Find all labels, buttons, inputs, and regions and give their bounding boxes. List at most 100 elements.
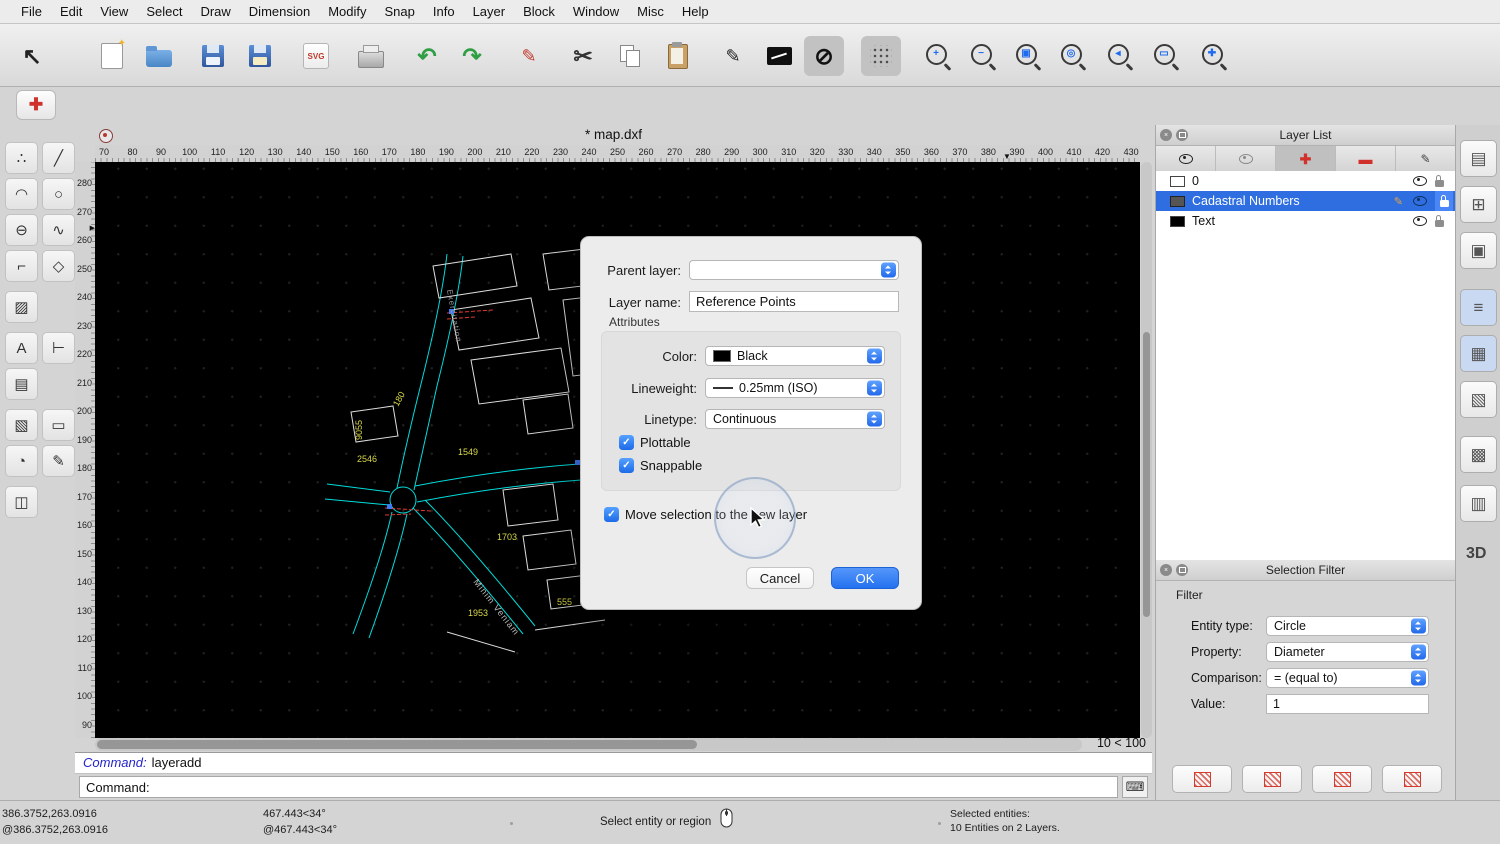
- menu-layer[interactable]: Layer: [464, 0, 515, 24]
- arc-tool-button[interactable]: ◠: [5, 178, 38, 210]
- edit-layer-button[interactable]: ✎: [1396, 146, 1455, 171]
- text-tool-button[interactable]: A: [5, 332, 38, 364]
- property-pen-button[interactable]: ✎: [713, 36, 753, 76]
- filter-clear-button[interactable]: [1382, 765, 1442, 793]
- hatch-tool-button[interactable]: ▧: [5, 409, 38, 441]
- move-selection-checkbox[interactable]: ✓: [604, 507, 619, 522]
- zoom-window-button[interactable]: ▭: [1146, 36, 1186, 76]
- menu-select[interactable]: Select: [137, 0, 191, 24]
- new-file-button[interactable]: [92, 36, 132, 76]
- zoom-selection-button[interactable]: ◎: [1053, 36, 1093, 76]
- scrollbar-thumb[interactable]: [1143, 332, 1150, 617]
- plottable-checkbox[interactable]: ✓: [619, 435, 634, 450]
- menu-window[interactable]: Window: [564, 0, 628, 24]
- selection-region-tool-button[interactable]: ▨: [5, 291, 38, 323]
- menu-dimension[interactable]: Dimension: [240, 0, 319, 24]
- cancel-button[interactable]: Cancel: [746, 567, 814, 589]
- horizontal-scrollbar[interactable]: [95, 738, 1082, 751]
- color-select[interactable]: Black: [705, 346, 885, 366]
- library-browser-panel-button[interactable]: ▩: [1460, 436, 1497, 473]
- filter-select-button[interactable]: [1172, 765, 1232, 793]
- ok-button[interactable]: OK: [831, 567, 899, 589]
- property-select[interactable]: Diameter: [1266, 642, 1429, 662]
- comparison-select[interactable]: = (equal to): [1266, 668, 1429, 688]
- tangent-tool-button[interactable]: ◔: [5, 445, 38, 477]
- menu-modify[interactable]: Modify: [319, 0, 375, 24]
- circle-tool-button[interactable]: ○: [42, 178, 75, 210]
- ellipse-tool-button[interactable]: ⊖: [5, 214, 38, 246]
- measure-tool-button[interactable]: ▭: [42, 409, 75, 441]
- parent-layer-select[interactable]: [689, 260, 899, 280]
- block-display-button[interactable]: [759, 36, 799, 76]
- layer-lock-toggle[interactable]: [1435, 191, 1453, 211]
- zoom-pan-button[interactable]: ✚: [1194, 36, 1234, 76]
- command-input[interactable]: Command:: [79, 776, 1118, 798]
- modify-tool-button[interactable]: ✎: [42, 445, 75, 477]
- layer-row[interactable]: 0: [1156, 171, 1455, 191]
- scrollbar-thumb[interactable]: [97, 740, 697, 749]
- cut-button[interactable]: ✂: [563, 36, 603, 76]
- block-tool-button[interactable]: ◫: [5, 486, 38, 518]
- polygon-tool-button[interactable]: ◇: [42, 250, 75, 282]
- polyline-tool-button[interactable]: ⌐: [5, 250, 38, 282]
- entity-type-select[interactable]: Circle: [1266, 616, 1429, 636]
- image-tool-button[interactable]: ▤: [5, 368, 38, 400]
- paste-button[interactable]: [658, 36, 698, 76]
- menu-misc[interactable]: Misc: [628, 0, 673, 24]
- selection-filter-panel-button[interactable]: ▦: [1460, 335, 1497, 372]
- lineweight-select[interactable]: 0.25mm (ISO): [705, 378, 885, 398]
- layer-visibility-toggle[interactable]: [1413, 176, 1427, 186]
- detach-panel-icon[interactable]: [1176, 564, 1188, 576]
- point-tool-button[interactable]: ∴: [5, 142, 38, 174]
- value-input[interactable]: 1: [1266, 694, 1429, 714]
- menu-info[interactable]: Info: [424, 0, 464, 24]
- export-svg-button[interactable]: SVG: [296, 36, 336, 76]
- menu-snap[interactable]: Snap: [376, 0, 424, 24]
- line-tool-button[interactable]: ╱: [42, 142, 75, 174]
- copy-button[interactable]: [610, 36, 650, 76]
- show-all-layers-button[interactable]: [1156, 146, 1216, 171]
- pointer-tool-button[interactable]: ↖: [12, 36, 52, 76]
- expand-tools-button[interactable]: ✚: [16, 90, 56, 120]
- menu-file[interactable]: File: [12, 0, 51, 24]
- draft-mode-button[interactable]: ⊘: [804, 36, 844, 76]
- vertical-scrollbar[interactable]: [1141, 162, 1152, 738]
- filter-remove-from-selection-button[interactable]: [1312, 765, 1372, 793]
- save-as-button[interactable]: [240, 36, 280, 76]
- save-file-button[interactable]: [193, 36, 233, 76]
- keyboard-toggle-button[interactable]: ⌨: [1122, 776, 1148, 798]
- detach-panel-icon[interactable]: [1176, 129, 1188, 141]
- redo-button[interactable]: ↷: [452, 36, 492, 76]
- layer-lock-toggle[interactable]: [1431, 215, 1447, 227]
- close-panel-icon[interactable]: ×: [1160, 129, 1172, 141]
- spline-tool-button[interactable]: ∿: [42, 214, 75, 246]
- command-line-panel-button[interactable]: ▧: [1460, 381, 1497, 418]
- menu-draw[interactable]: Draw: [191, 0, 239, 24]
- menu-edit[interactable]: Edit: [51, 0, 91, 24]
- undo-button[interactable]: ↶: [407, 36, 447, 76]
- draw-pencil-button[interactable]: ✎: [509, 36, 549, 76]
- add-layer-button[interactable]: ✚: [1276, 146, 1336, 171]
- zoom-previous-button[interactable]: ◂: [1100, 36, 1140, 76]
- layer-visibility-toggle[interactable]: [1413, 216, 1427, 226]
- view-list-panel-button[interactable]: ≡: [1460, 289, 1497, 326]
- property-editor-panel-button[interactable]: ▤: [1460, 140, 1497, 177]
- zoom-auto-button[interactable]: ▣: [1008, 36, 1048, 76]
- linetype-select[interactable]: Continuous: [705, 409, 885, 429]
- zoom-out-button[interactable]: −: [963, 36, 1003, 76]
- menu-view[interactable]: View: [91, 0, 137, 24]
- open-file-button[interactable]: [139, 36, 179, 76]
- dimension-tool-button[interactable]: ⊢: [42, 332, 75, 364]
- filter-add-to-selection-button[interactable]: [1242, 765, 1302, 793]
- layer-lock-toggle[interactable]: [1431, 175, 1447, 187]
- layer-row[interactable]: Text: [1156, 211, 1455, 231]
- menu-help[interactable]: Help: [673, 0, 718, 24]
- snappable-checkbox[interactable]: ✓: [619, 458, 634, 473]
- menu-block[interactable]: Block: [514, 0, 564, 24]
- layer-name-input[interactable]: Reference Points: [689, 291, 899, 312]
- layer-row[interactable]: Cadastral Numbers ✎: [1156, 191, 1455, 211]
- layer-visibility-toggle[interactable]: [1413, 196, 1427, 206]
- remove-layer-button[interactable]: ▬: [1336, 146, 1396, 171]
- grid-toggle-button[interactable]: [861, 36, 901, 76]
- close-panel-icon[interactable]: ×: [1160, 564, 1172, 576]
